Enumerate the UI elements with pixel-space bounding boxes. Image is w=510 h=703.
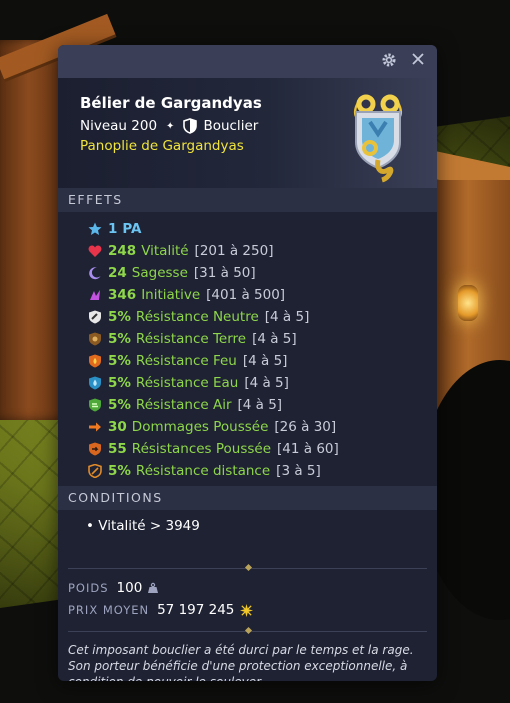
- effect-range: [4 à 5]: [237, 397, 283, 413]
- push-damage-icon: [89, 422, 101, 432]
- star-icon: [88, 222, 102, 235]
- effect-name: Résistance Air: [135, 397, 232, 413]
- effect-range: [4 à 5]: [242, 353, 288, 369]
- effect-row: 30 Dommages Poussée [26 à 30]: [88, 416, 437, 438]
- weight-label: POIDS: [68, 581, 109, 595]
- separator: ✦: [166, 120, 175, 132]
- effect-row: 1 PA: [88, 218, 437, 240]
- item-level: Niveau 200: [80, 118, 158, 134]
- effect-name: Résistance Terre: [135, 331, 247, 347]
- item-level-type: Niveau 200 ✦ Bouclier: [80, 118, 258, 134]
- effect-value: 346: [108, 287, 137, 303]
- effect-value: 248: [108, 243, 137, 259]
- ram-shield-image: [353, 94, 403, 183]
- effect-name: Sagesse: [131, 265, 188, 281]
- effect-range: [31 à 50]: [193, 265, 256, 281]
- effect-name: Résistance Eau: [135, 375, 239, 391]
- effect-row: 5% Résistance Air [4 à 5]: [88, 394, 437, 416]
- effect-row: 248 Vitalité [201 à 250]: [88, 240, 437, 262]
- price-row: PRIX MOYEN 57 197 245: [68, 599, 437, 621]
- effect-value: 5%: [108, 397, 131, 413]
- effect-name: Résistance Neutre: [135, 309, 259, 325]
- effect-range: [3 à 5]: [276, 463, 321, 479]
- moon-icon: [89, 267, 101, 280]
- effect-name: Dommages Poussée: [131, 419, 269, 435]
- shield-icon: [183, 118, 198, 134]
- effect-row: 346 Initiative [401 à 500]: [88, 284, 437, 306]
- fire-resistance-icon: [89, 354, 101, 368]
- push-resistance-icon: [89, 442, 101, 456]
- effect-range: [41 à 60]: [277, 441, 339, 457]
- effect-row: 5% Résistance Terre [4 à 5]: [88, 328, 437, 350]
- effect-value: 5%: [108, 309, 131, 325]
- effect-name: Résistance distance: [135, 463, 271, 479]
- effect-range: [201 à 250]: [194, 243, 274, 259]
- effect-range: [4 à 5]: [252, 331, 297, 347]
- tooltip-topbar[interactable]: [58, 45, 437, 78]
- effect-row: 55 Résistances Poussée [41 à 60]: [88, 438, 437, 460]
- effect-value: 5%: [108, 331, 131, 347]
- kama-icon: [240, 603, 254, 617]
- effect-value: 5%: [108, 353, 131, 369]
- heart-icon: [88, 245, 102, 257]
- effect-name: Résistances Poussée: [131, 441, 272, 457]
- conditions-section-header: CONDITIONS: [58, 486, 437, 510]
- close-icon[interactable]: [409, 52, 427, 70]
- air-resistance-icon: [89, 398, 101, 412]
- distance-resistance-icon: [88, 464, 102, 478]
- earth-resistance-icon: [89, 332, 101, 346]
- price-value: 57 197 245: [157, 602, 235, 618]
- weight-value: 100: [116, 580, 143, 596]
- effect-name: PA: [122, 221, 142, 237]
- neutral-resistance-icon: [89, 310, 101, 324]
- divider: [68, 626, 427, 635]
- effect-value: 1: [108, 221, 118, 237]
- effect-name: Vitalité: [141, 243, 189, 259]
- item-stats: POIDS 100 PRIX MOYEN 57 197 245: [58, 569, 437, 631]
- conditions-list: • Vitalité > 3949: [58, 510, 437, 568]
- item-tooltip: Bélier de Gargandyas Niveau 200 ✦ Boucli…: [58, 45, 437, 681]
- water-resistance-icon: [89, 376, 101, 390]
- effect-row: 5% Résistance Feu [4 à 5]: [88, 350, 437, 372]
- effect-row: 5% Résistance distance [3 à 5]: [88, 460, 437, 482]
- gear-icon[interactable]: [380, 52, 398, 70]
- effect-range: [26 à 30]: [274, 419, 337, 435]
- effect-range: [4 à 5]: [244, 375, 289, 391]
- item-description: Cet imposant bouclier a été durci par le…: [68, 643, 414, 681]
- effects-section-header: EFFETS: [58, 188, 437, 212]
- initiative-icon: [90, 290, 100, 300]
- item-name: Bélier de Gargandyas: [80, 94, 262, 112]
- effect-row: 5% Résistance Eau [4 à 5]: [88, 372, 437, 394]
- divider: [68, 563, 427, 572]
- effect-value: 24: [108, 265, 127, 281]
- effect-row: 5% Résistance Neutre [4 à 5]: [88, 306, 437, 328]
- weight-row: POIDS 100: [68, 577, 437, 599]
- item-set-link[interactable]: Panoplie de Gargandyas: [80, 138, 244, 154]
- item-type: Bouclier: [203, 118, 259, 134]
- effect-value: 5%: [108, 463, 131, 479]
- effect-name: Initiative: [141, 287, 201, 303]
- effects-list: 1 PA 248 Vitalité [201 à 250] 24 Sagesse…: [58, 212, 437, 486]
- effect-value: 30: [108, 419, 127, 435]
- effect-value: 5%: [108, 375, 131, 391]
- lantern: [458, 285, 478, 321]
- effect-name: Résistance Feu: [135, 353, 237, 369]
- weight-icon: [148, 582, 159, 593]
- effect-range: [4 à 5]: [264, 309, 310, 325]
- condition-item: • Vitalité > 3949: [86, 518, 200, 534]
- price-label: PRIX MOYEN: [68, 603, 150, 617]
- effect-row: 24 Sagesse [31 à 50]: [88, 262, 437, 284]
- effect-range: [401 à 500]: [206, 287, 286, 303]
- item-header: Bélier de Gargandyas Niveau 200 ✦ Boucli…: [58, 78, 437, 188]
- effect-value: 55: [108, 441, 127, 457]
